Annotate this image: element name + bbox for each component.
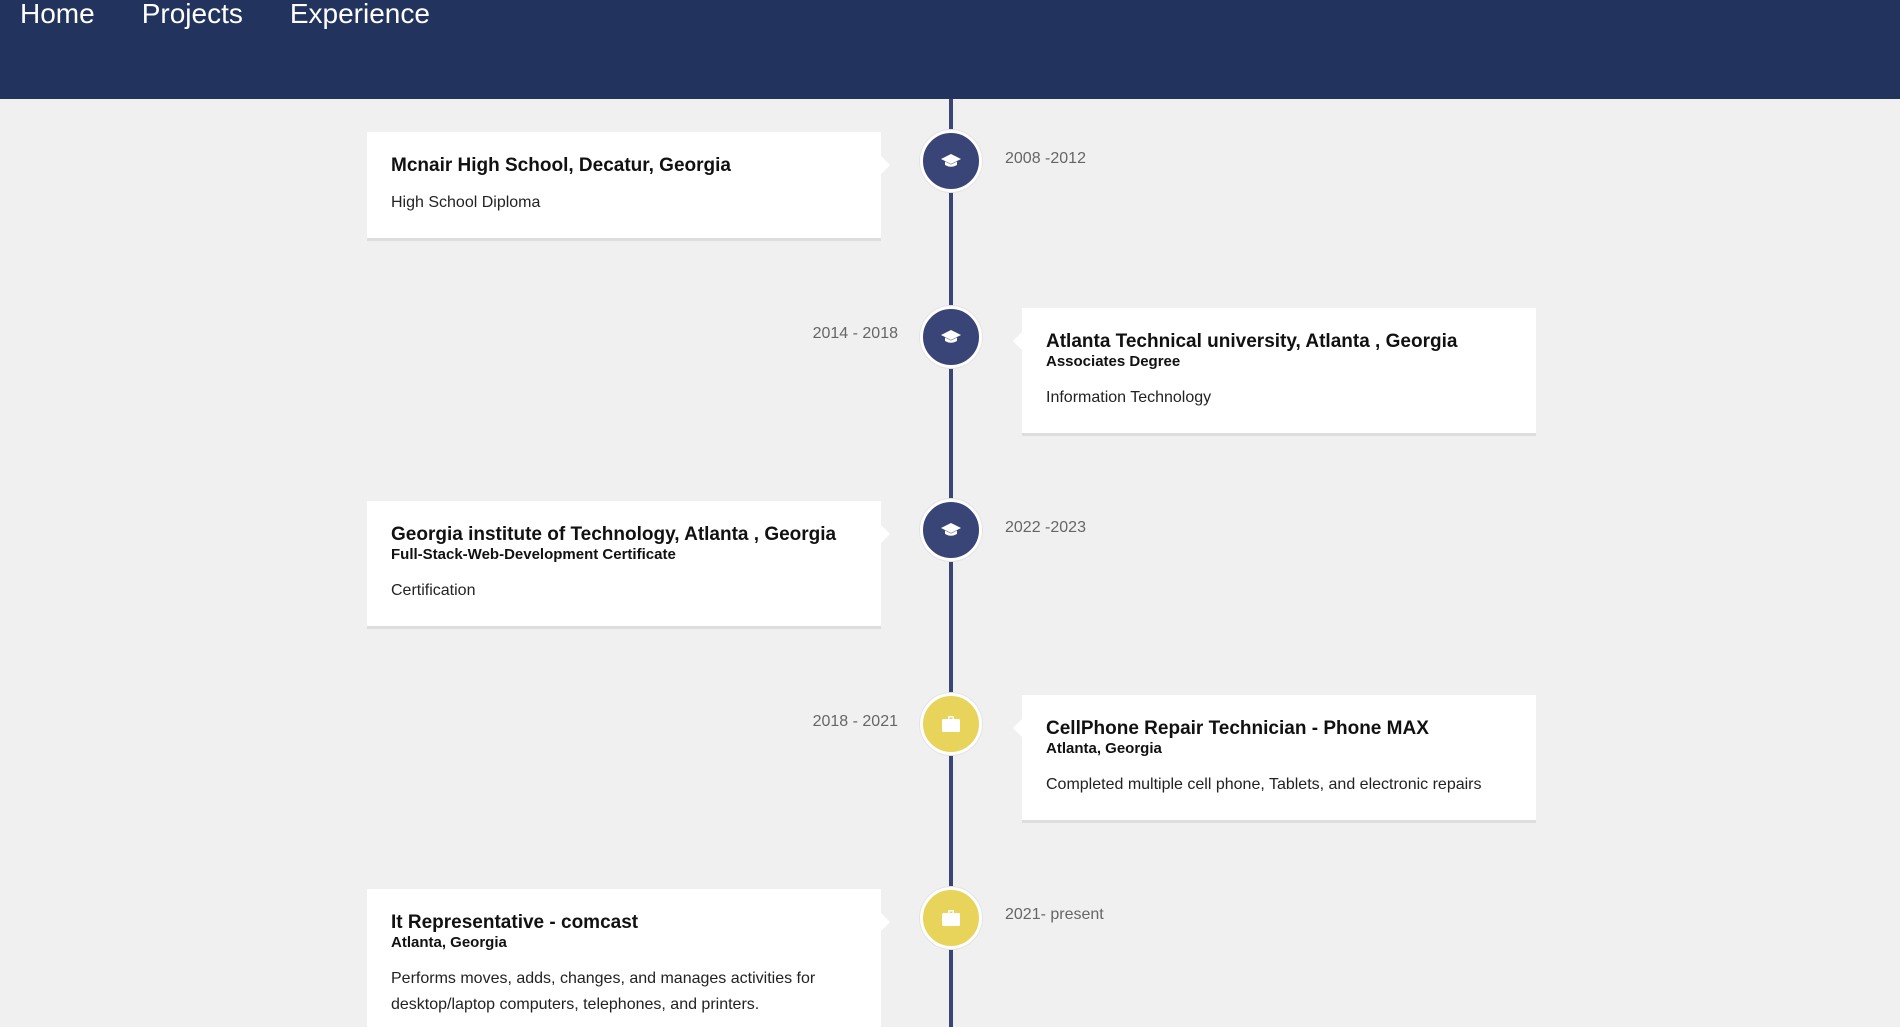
card-description: Performs moves, adds, changes, and manag… — [391, 970, 816, 1013]
card-description: Information Technology — [1046, 389, 1212, 406]
timeline-marker-education — [920, 130, 982, 192]
graduation-cap-icon — [941, 523, 961, 536]
nav-projects-link[interactable]: Projects — [142, 0, 243, 28]
briefcase-icon — [942, 910, 960, 926]
card-description: High School Diploma — [391, 194, 541, 211]
timeline-marker-education — [920, 306, 982, 368]
timeline-marker-education — [920, 499, 982, 561]
timeline-date: 2008 -2012 — [1005, 150, 1086, 167]
timeline-date: 2021- present — [1005, 906, 1104, 923]
timeline-date: 2022 -2023 — [1005, 519, 1086, 536]
timeline-card-phone-max: CellPhone Repair Technician - Phone MAX … — [1013, 695, 1536, 820]
briefcase-icon — [942, 716, 960, 732]
timeline-date: 2018 - 2021 — [812, 713, 898, 730]
card-title: Georgia institute of Technology, Atlanta… — [391, 524, 837, 545]
graduation-cap-icon — [941, 154, 961, 167]
timeline-marker-work — [920, 887, 982, 949]
card-title: CellPhone Repair Technician - Phone MAX — [1046, 718, 1429, 739]
main-nav: Home Projects Experience — [20, 0, 477, 28]
card-subtitle: Atlanta, Georgia — [391, 934, 507, 951]
nav-home-link[interactable]: Home — [20, 0, 95, 28]
card-subtitle: Full-Stack-Web-Development Certificate — [391, 546, 676, 563]
card-title: Mcnair High School, Decatur, Georgia — [391, 155, 731, 176]
site-header: Home Projects Experience — [0, 0, 1900, 99]
card-title: Atlanta Technical university, Atlanta , … — [1046, 331, 1458, 352]
timeline-section: Mcnair High School, Decatur, Georgia Hig… — [0, 99, 1900, 1027]
timeline-card-atlanta-tech: Atlanta Technical university, Atlanta , … — [1013, 308, 1536, 433]
timeline-date: 2014 - 2018 — [812, 325, 898, 342]
timeline-card-comcast: It Representative - comcast Atlanta, Geo… — [367, 889, 890, 1027]
timeline-card-georgia-tech: Georgia institute of Technology, Atlanta… — [367, 501, 890, 626]
timeline-card-mcnair: Mcnair High School, Decatur, Georgia Hig… — [367, 132, 890, 238]
card-description: Certification — [391, 582, 476, 599]
card-subtitle: Atlanta, Georgia — [1046, 740, 1162, 757]
graduation-cap-icon — [941, 330, 961, 343]
nav-experience-link[interactable]: Experience — [290, 0, 430, 28]
card-description: Completed multiple cell phone, Tablets, … — [1046, 776, 1482, 793]
timeline-marker-work — [920, 693, 982, 755]
card-title: It Representative - comcast — [391, 912, 639, 933]
card-subtitle: Associates Degree — [1046, 353, 1181, 370]
